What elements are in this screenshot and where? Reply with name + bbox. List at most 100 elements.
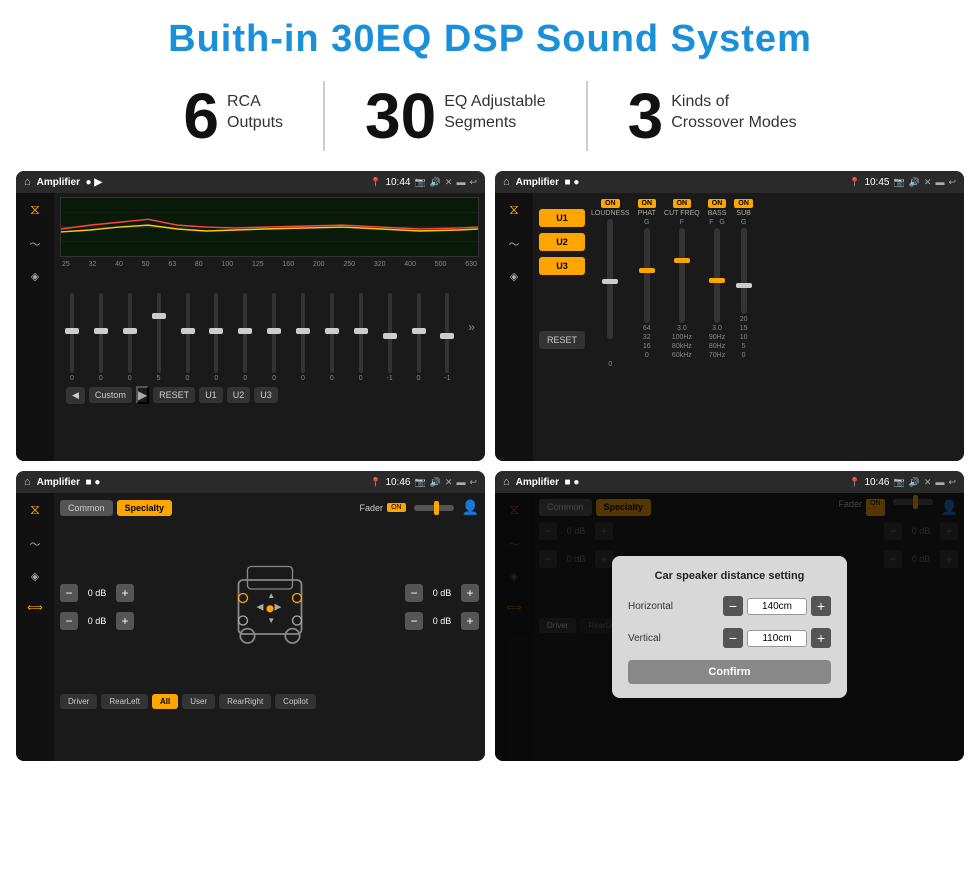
expand-arrows[interactable]: » bbox=[468, 320, 475, 334]
db-minus-2[interactable]: − bbox=[60, 612, 78, 630]
vol-icon-3[interactable]: ◈ bbox=[31, 570, 39, 583]
u1-button[interactable]: U1 bbox=[199, 387, 223, 403]
wave-icon-2[interactable]: 〜 bbox=[509, 236, 520, 252]
eq-lbl-200: 200 bbox=[313, 261, 325, 268]
sidebar-2: ⧖ 〜 ◈ bbox=[495, 193, 533, 461]
tb-time-1: 10:44 bbox=[385, 177, 410, 188]
horizontal-plus[interactable]: + bbox=[811, 596, 831, 616]
confirm-button[interactable]: Confirm bbox=[628, 660, 831, 684]
reset-button[interactable]: RESET bbox=[153, 387, 195, 403]
u2-button[interactable]: U2 bbox=[227, 387, 251, 403]
stat-text-crossover: Kinds ofCrossover Modes bbox=[671, 84, 796, 134]
tb-icons-1: 📍 10:44 📷 🔊 ✕ ▬ ↩ bbox=[370, 177, 477, 188]
common-tab[interactable]: Common bbox=[60, 500, 113, 516]
screen3-title: Amplifier ■ ● bbox=[37, 477, 365, 488]
arrows-icon-3[interactable]: ⟺ bbox=[27, 601, 43, 614]
u3-button[interactable]: U3 bbox=[254, 387, 278, 403]
rearleft-btn[interactable]: RearLeft bbox=[101, 694, 148, 709]
close-icon-3[interactable]: ✕ bbox=[445, 477, 453, 488]
rearright-btn[interactable]: RearRight bbox=[219, 694, 271, 709]
reset-preset[interactable]: RESET bbox=[539, 331, 585, 349]
wave-icon[interactable]: 〜 bbox=[30, 236, 41, 252]
eq-icon-3[interactable]: ⧖ bbox=[30, 501, 40, 518]
tb-home-icon-3[interactable]: ⌂ bbox=[24, 476, 31, 488]
prev-button[interactable]: ◀ bbox=[66, 387, 85, 404]
db-plus-2[interactable]: + bbox=[116, 612, 134, 630]
eq-bottom-row: ◀ Custom ▶ RESET U1 U2 U3 bbox=[60, 382, 479, 408]
stat-crossover: 3 Kinds ofCrossover Modes bbox=[588, 84, 837, 148]
tb-time-2: 10:45 bbox=[864, 177, 889, 188]
horizontal-stepper: − 140cm + bbox=[723, 596, 831, 616]
screen1-topbar: ⌂ Amplifier ● ▶ 📍 10:44 📷 🔊 ✕ ▬ ↩ bbox=[16, 171, 485, 193]
slider-col-13: 0 bbox=[411, 293, 427, 382]
eq-lbl-100: 100 bbox=[221, 261, 233, 268]
db-minus-1[interactable]: − bbox=[60, 584, 78, 602]
eq-icon[interactable]: ⧖ bbox=[30, 201, 40, 218]
screen2-topbar: ⌂ Amplifier ■ ● 📍 10:45 📷 🔊 ✕ ▬ ↩ bbox=[495, 171, 964, 193]
svg-text:▶: ▶ bbox=[274, 602, 281, 612]
slider-col-11: 0 bbox=[353, 293, 369, 382]
eq-icon-2[interactable]: ⧖ bbox=[509, 201, 519, 218]
back-icon-3[interactable]: ↩ bbox=[469, 477, 477, 488]
u3-preset[interactable]: U3 bbox=[539, 257, 585, 275]
tb-home-icon-4[interactable]: ⌂ bbox=[503, 476, 510, 488]
slider-col-6: 0 bbox=[208, 293, 224, 382]
camera-icon: 📷 bbox=[414, 177, 425, 188]
sidebar-3: ⧖ 〜 ◈ ⟺ bbox=[16, 493, 54, 761]
close-icon[interactable]: ✕ bbox=[445, 177, 453, 188]
stat-number-30: 30 bbox=[365, 84, 436, 148]
location-icon-4: 📍 bbox=[849, 477, 860, 488]
db-minus-3[interactable]: − bbox=[405, 584, 423, 602]
vertical-minus[interactable]: − bbox=[723, 628, 743, 648]
minus-icon-4[interactable]: ▬ bbox=[935, 477, 944, 487]
fader-tabs: Common Specialty Fader ON 👤 bbox=[60, 499, 479, 516]
tb-home-icon-2[interactable]: ⌂ bbox=[503, 176, 510, 188]
db-plus-3[interactable]: + bbox=[461, 584, 479, 602]
copilot-btn[interactable]: Copilot bbox=[275, 694, 316, 709]
close-icon-4[interactable]: ✕ bbox=[924, 477, 932, 488]
wave-icon-3[interactable]: 〜 bbox=[30, 536, 41, 552]
vertical-label: Vertical bbox=[628, 633, 693, 644]
driver-btn[interactable]: Driver bbox=[60, 694, 97, 709]
slider-col-7: 0 bbox=[237, 293, 253, 382]
vol-icon[interactable]: ◈ bbox=[31, 270, 39, 283]
slider-col-14: -1 bbox=[439, 293, 455, 382]
page-title: Buith-in 30EQ DSP Sound System bbox=[0, 0, 980, 71]
play-button[interactable]: ▶ bbox=[136, 386, 149, 404]
tb-icons-2: 📍 10:45 📷 🔊 ✕ ▬ ↩ bbox=[849, 177, 956, 188]
back-icon-4[interactable]: ↩ bbox=[948, 477, 956, 488]
vertical-plus[interactable]: + bbox=[811, 628, 831, 648]
loudness-channel: ON LOUDNESS 0 bbox=[591, 199, 630, 368]
fader-left-controls: − 0 dB + − 0 dB + bbox=[60, 584, 134, 630]
back-icon[interactable]: ↩ bbox=[469, 177, 477, 188]
u1-preset[interactable]: U1 bbox=[539, 209, 585, 227]
u2-preset[interactable]: U2 bbox=[539, 233, 585, 251]
minus-icon-3[interactable]: ▬ bbox=[456, 477, 465, 487]
dialog-horizontal-row: Horizontal − 140cm + bbox=[628, 596, 831, 616]
tb-home-icon[interactable]: ⌂ bbox=[24, 176, 31, 188]
tb-icons-4: 📍 10:46 📷 🔊 ✕ ▬ ↩ bbox=[849, 477, 956, 488]
db-plus-4[interactable]: + bbox=[461, 612, 479, 630]
dialog-title: Car speaker distance setting bbox=[628, 570, 831, 582]
eq-area: 25 32 40 50 63 80 100 125 160 200 250 32… bbox=[54, 193, 485, 461]
all-btn[interactable]: All bbox=[152, 694, 178, 709]
fader-slider[interactable] bbox=[414, 505, 454, 511]
back-icon-2[interactable]: ↩ bbox=[948, 177, 956, 188]
user-btn[interactable]: User bbox=[182, 694, 215, 709]
minus-icon[interactable]: ▬ bbox=[456, 177, 465, 187]
db-minus-4[interactable]: − bbox=[405, 612, 423, 630]
specialty-tab[interactable]: Specialty bbox=[117, 500, 173, 516]
location-icon: 📍 bbox=[370, 177, 381, 188]
horizontal-minus[interactable]: − bbox=[723, 596, 743, 616]
volume-icon-4: 🔊 bbox=[909, 477, 920, 488]
close-icon-2[interactable]: ✕ bbox=[924, 177, 932, 188]
custom-button[interactable]: Custom bbox=[89, 387, 132, 403]
db-plus-1[interactable]: + bbox=[116, 584, 134, 602]
stat-number-6: 6 bbox=[183, 84, 219, 148]
vol-icon-2[interactable]: ◈ bbox=[510, 270, 518, 283]
minus-icon-2[interactable]: ▬ bbox=[935, 177, 944, 187]
sidebar-1: ⧖ 〜 ◈ bbox=[16, 193, 54, 461]
eq-lbl-630: 630 bbox=[465, 261, 477, 268]
location-icon-3: 📍 bbox=[370, 477, 381, 488]
screen4: ⌂ Amplifier ■ ● 📍 10:46 📷 🔊 ✕ ▬ ↩ ⧖ 〜 ◈ … bbox=[495, 471, 964, 761]
